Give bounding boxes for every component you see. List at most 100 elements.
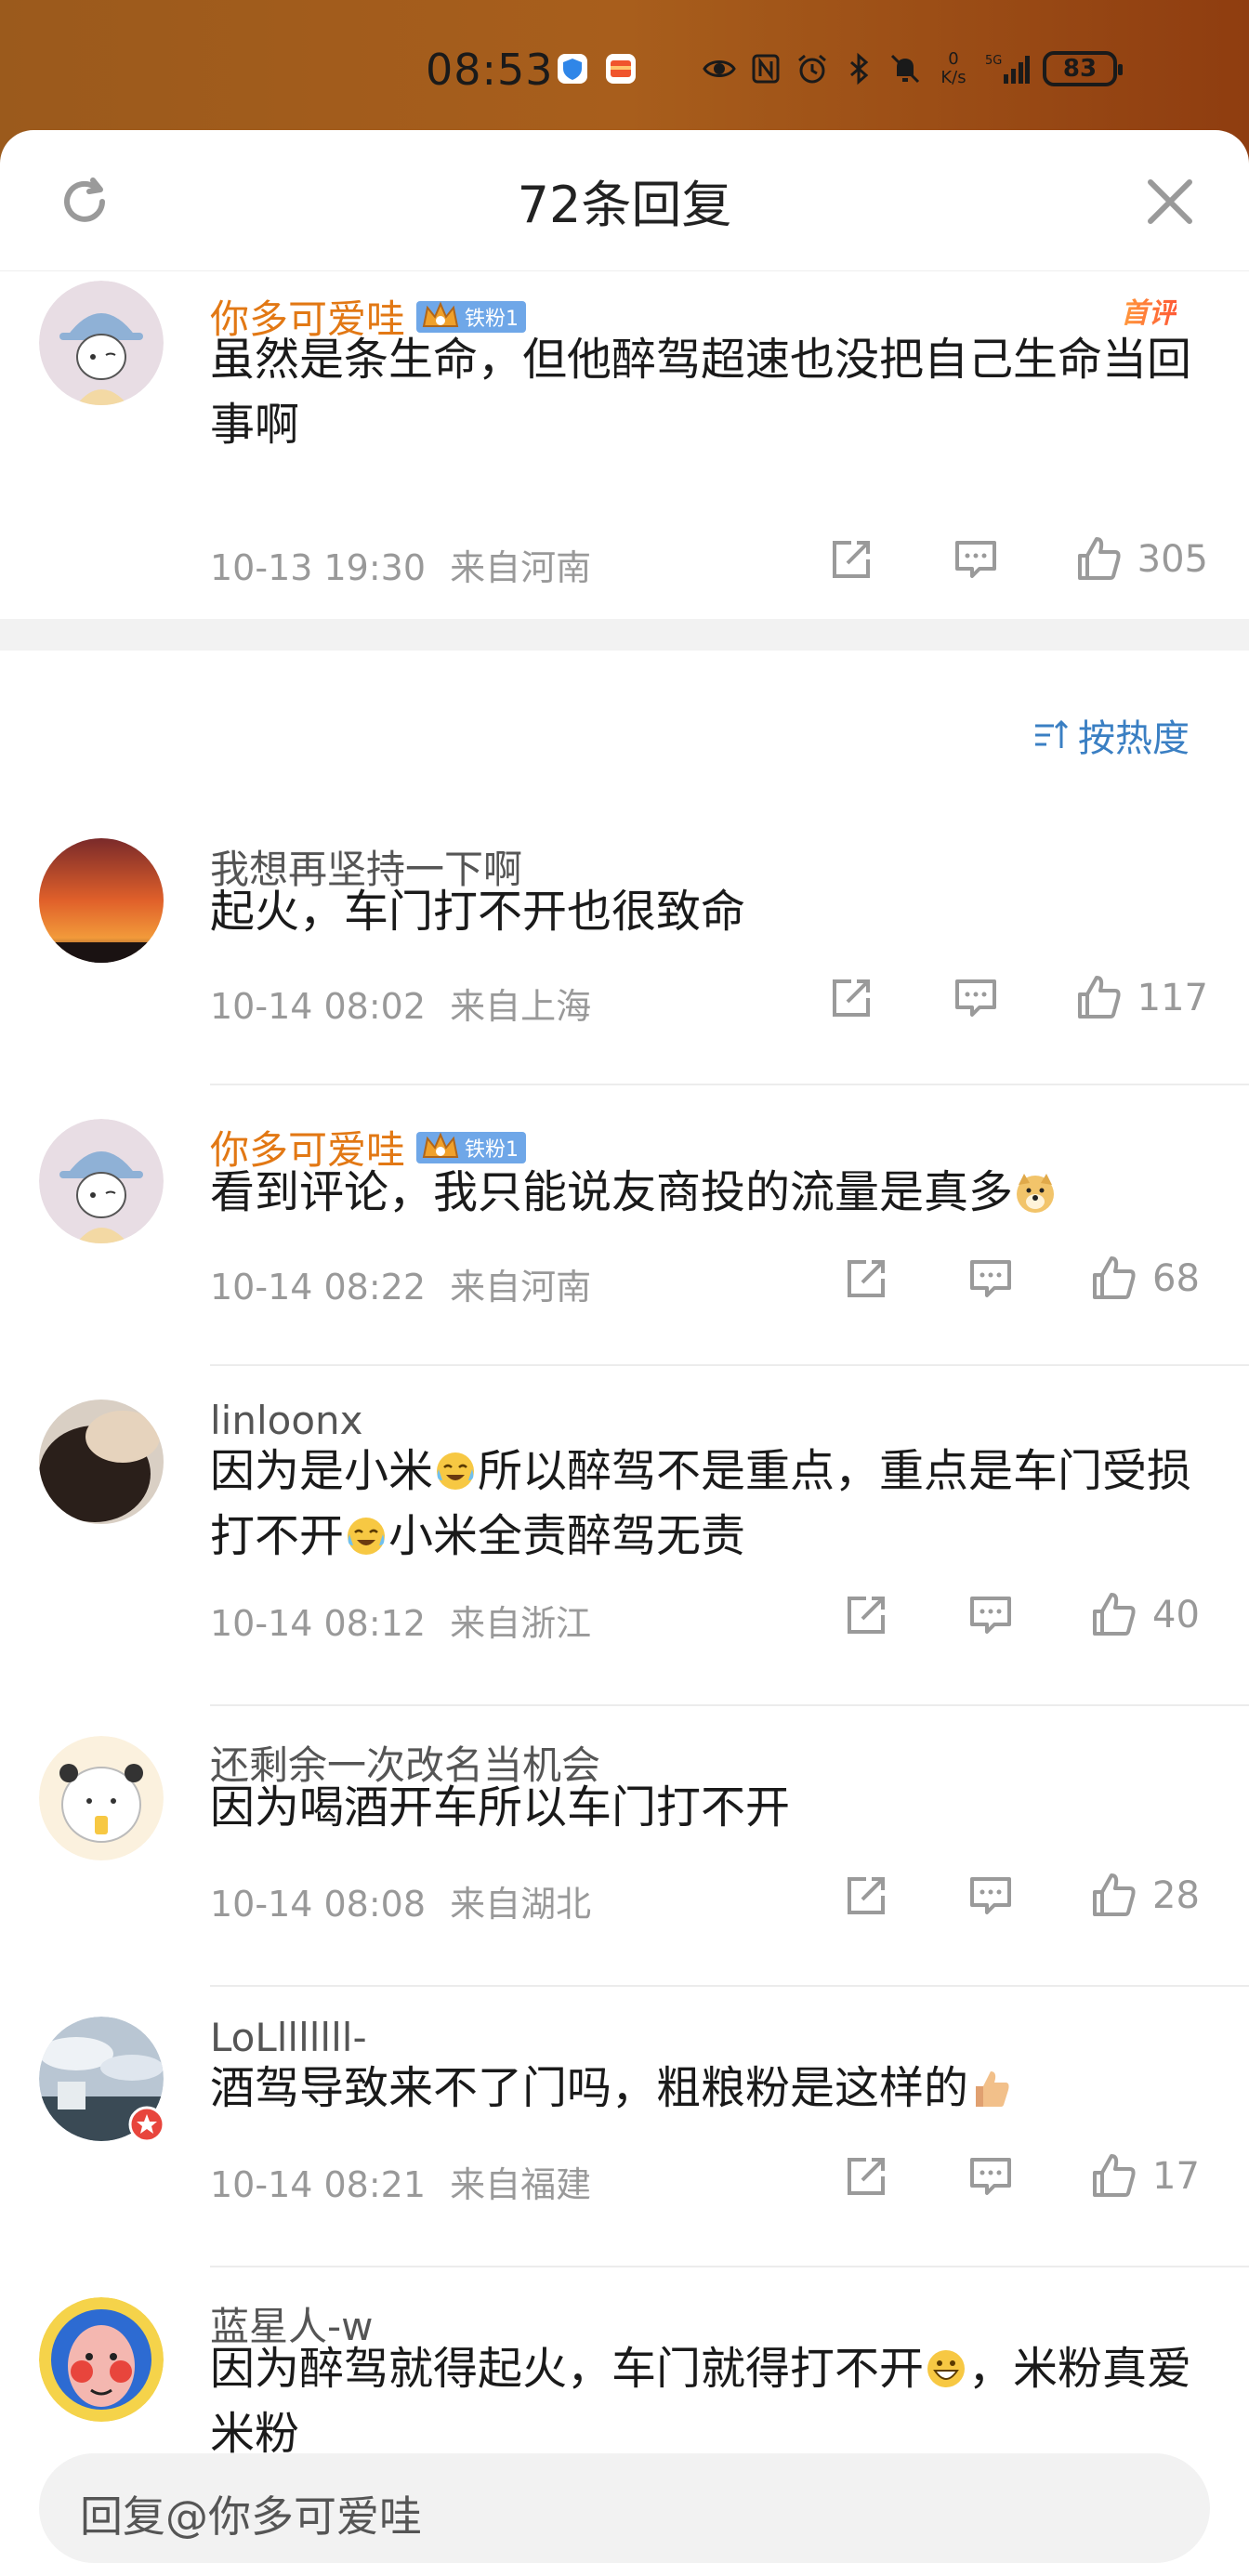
comment-time: 10-14 08:12 [210, 1603, 427, 1644]
avatar[interactable] [39, 838, 164, 963]
comment-text: 因为醉驾就得起火，车门就得打不开 ，米粉真爱米粉 [210, 2336, 1214, 2466]
avatar[interactable] [39, 1400, 164, 1524]
like-icon[interactable] [1087, 1589, 1139, 1641]
comment-username[interactable]: LoLlllllll- [210, 2015, 367, 2060]
comment-text-body: 酒驾导致来不了门吗，粗粮粉是这样的 [210, 2062, 969, 2114]
comment-time: 10-13 19:30 [210, 547, 427, 588]
comment-location: 来自河南 [450, 547, 592, 588]
notification-icons [556, 52, 638, 85]
avatar[interactable] [39, 281, 164, 405]
like-icon[interactable] [1087, 1253, 1139, 1305]
grinning-emoji-icon [927, 2350, 966, 2387]
comment-location: 来自河南 [450, 1267, 592, 1308]
reply-placeholder: 回复@你多可爱哇 [80, 2491, 422, 2542]
reply-item: LoLlllllll- 酒驾导致来不了门吗，粗粮粉是这样的 10-14 08:2… [0, 1998, 1249, 2279]
svg-text:5G: 5G [985, 54, 1002, 68]
close-icon[interactable] [1139, 171, 1201, 232]
share-icon[interactable] [825, 533, 877, 585]
system-icons: 0 K/s 5G 83 [703, 49, 1123, 87]
avatar[interactable] [39, 2017, 165, 2143]
comment-icon[interactable] [965, 1870, 1017, 1922]
like-icon[interactable] [1087, 2150, 1139, 2202]
row-divider [210, 2266, 1249, 2267]
thumbs-up-emoji-icon [976, 2071, 1009, 2107]
comment-text: 看到评论，我只能说友商投的流量是真多 [210, 1160, 1214, 1225]
comment-location: 来自湖北 [450, 1884, 592, 1925]
share-icon[interactable] [825, 972, 877, 1024]
fan-badge: 铁粉1 [416, 1131, 527, 1163]
status-time: 08:53 [426, 45, 554, 95]
sort-label[interactable]: 按热度 [1078, 708, 1190, 762]
share-icon[interactable] [840, 1589, 892, 1641]
comment-text-part: 因为醉驾就得起火，车门就得打不开 [210, 2343, 925, 2395]
mute-icon [888, 52, 922, 85]
comment-text: 起火，车门打不开也很致命 [210, 886, 746, 938]
doge-emoji-icon [1017, 1174, 1055, 1213]
replies-sheet: 72条回复 你多可爱哇 铁粉1 首评 虽然是条生命，但他醉驾超速也没把自己生命当… [0, 130, 1249, 2576]
row-divider [210, 1704, 1249, 1706]
comment-text-part: 小米全责醉驾无责 [388, 1510, 746, 1562]
like-icon[interactable] [1072, 533, 1124, 585]
comment-icon[interactable] [950, 533, 1002, 585]
comment-actions: 305 [825, 533, 1208, 585]
eye-icon [703, 52, 736, 85]
like-icon[interactable] [1087, 1870, 1139, 1922]
comment-meta: 10-14 08:12 来自浙江 [210, 1595, 591, 1646]
comment-location: 来自福建 [450, 2164, 592, 2205]
comment-icon[interactable] [965, 1253, 1017, 1305]
battery-indicator: 83 [1043, 51, 1123, 86]
avatar[interactable] [39, 1736, 164, 1860]
sort-by-hot-button[interactable]: 按热度 [1033, 708, 1190, 762]
comment-text: 因为喝酒开车所以车门打不开 [210, 1781, 791, 1833]
reply-item: linloonx 因为是小米 所以醉驾不是重点，重点是车门受损打不开 小米全责醉驾无… [0, 1381, 1249, 1717]
comment-meta: 10-14 08:22 来自河南 [210, 1258, 591, 1309]
signal-icon: 5G [985, 52, 1030, 85]
share-icon[interactable] [840, 1870, 892, 1922]
reply-item: 你多可爱哇 铁粉1 看到评论，我只能说友商投的流量是真多 10-14 08:22… [0, 1098, 1249, 1377]
like-count: 28 [1152, 1874, 1200, 1917]
comment-text-body: 看到评论，我只能说友商投的流量是真多 [210, 1166, 1014, 1218]
reply-item: 还剩余一次改名当机会 因为喝酒开车所以车门打不开 10-14 08:08 来自湖… [0, 1717, 1249, 1998]
comment-text-part: 因为是小米 [210, 1445, 434, 1497]
like-count: 305 [1137, 538, 1208, 581]
comment-icon[interactable] [965, 1589, 1017, 1641]
root-comment: 你多可爱哇 铁粉1 首评 虽然是条生命，但他醉驾超速也没把自己生命当回事啊 10… [0, 269, 1249, 619]
comment-location: 来自浙江 [450, 1603, 592, 1644]
like-count: 117 [1137, 977, 1208, 1019]
comment-text: 因为是小米 所以醉驾不是重点，重点是车门受损打不开 小米全责醉驾无责 [210, 1439, 1214, 1569]
avatar[interactable] [39, 1119, 164, 1243]
comment-icon[interactable] [950, 972, 1002, 1024]
crying-laugh-emoji-icon [348, 1518, 386, 1555]
comment-actions: 40 [840, 1589, 1208, 1641]
reply-input[interactable]: 回复@你多可爱哇 [39, 2453, 1210, 2563]
row-divider [210, 1084, 1249, 1085]
shield-app-icon [556, 52, 589, 85]
like-icon[interactable] [1072, 972, 1124, 1024]
row-divider [210, 1985, 1249, 1987]
net-speed: 0 K/s [940, 49, 966, 87]
comment-actions: 117 [825, 972, 1208, 1024]
share-icon[interactable] [840, 2150, 892, 2202]
crying-laugh-emoji-icon [437, 1452, 475, 1490]
like-count: 68 [1152, 1257, 1200, 1300]
comment-time: 10-14 08:08 [210, 1884, 427, 1925]
bluetooth-icon [842, 52, 875, 85]
status-bar: 08:53 0 K/s 5G 83 [0, 0, 1249, 130]
share-icon[interactable] [840, 1253, 892, 1305]
comment-meta: 10-14 08:21 来自福建 [210, 2156, 591, 2207]
comment-icon[interactable] [965, 2150, 1017, 2202]
reply-item: 我想再坚持一下啊 起火，车门打不开也很致命 10-14 08:02 来自上海 1… [0, 818, 1249, 1097]
sort-icon [1035, 719, 1069, 748]
comment-meta: 10-13 19:30 来自河南 [210, 539, 591, 590]
avatar[interactable] [39, 2297, 164, 2422]
comment-username[interactable]: linloonx [210, 1398, 363, 1443]
row-divider [210, 1364, 1249, 1366]
section-separator [0, 619, 1249, 651]
like-count: 40 [1152, 1594, 1200, 1636]
like-count: 17 [1152, 2155, 1200, 2198]
comment-actions: 28 [840, 1870, 1208, 1922]
comment-meta: 10-14 08:08 来自湖北 [210, 1875, 591, 1926]
verified-badge-icon [128, 2106, 165, 2143]
comment-meta: 10-14 08:02 来自上海 [210, 978, 591, 1029]
fan-badge-label: 铁粉1 [465, 1137, 519, 1162]
